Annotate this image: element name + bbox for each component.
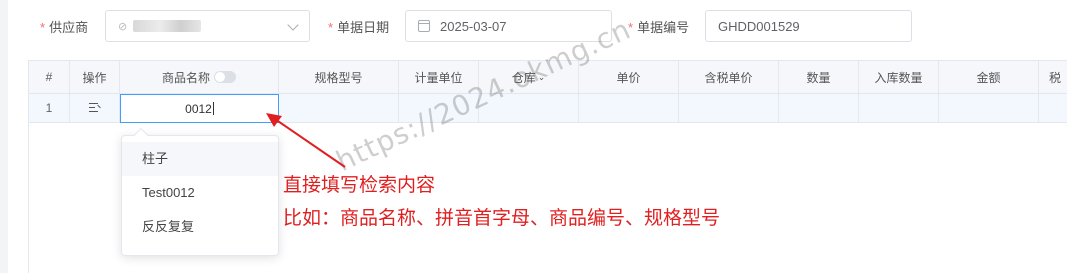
col-tax: 税 <box>1049 70 1062 85</box>
number-label: * 单据编号 <box>628 19 690 35</box>
col-received-qty: 入库数量 <box>859 61 939 93</box>
product-suggestion-dropdown: 柱子 Test0012 反反复复 <box>121 127 279 256</box>
row-quantity[interactable] <box>779 94 859 122</box>
col-spec: 规格型号 <box>279 61 399 93</box>
number-field: * 单据编号 <box>628 10 689 42</box>
supplier-value-blurred <box>133 20 202 32</box>
calendar-icon <box>418 20 430 32</box>
supplier-field: * 供应商 <box>40 10 88 42</box>
annotation-line-1: 直接填写检索内容 <box>283 174 436 196</box>
order-number-value: GHDD001529 <box>718 18 800 34</box>
row-amount[interactable] <box>939 94 1039 122</box>
col-tax-price: 含税单价 <box>679 61 779 93</box>
suggestion-item[interactable]: Test0012 <box>122 176 278 210</box>
supplier-select[interactable]: ⊘ <box>105 10 310 42</box>
supplier-link-icon: ⊘ <box>118 20 128 33</box>
col-amount: 金额 <box>939 61 1039 93</box>
date-label: * 单据日期 <box>328 19 390 35</box>
row-price[interactable] <box>579 94 679 122</box>
order-header-form: * 供应商 ⊘ * 单据日期 2025-03-07 * 单据编号 GHDD001529 <box>0 0 1067 56</box>
row-received-qty[interactable] <box>859 94 939 122</box>
row-index: 1 <box>29 94 70 122</box>
col-product-name: 商品名称 <box>120 61 279 93</box>
row-tax-price[interactable] <box>679 94 779 122</box>
product-name-input[interactable]: 0012 <box>120 94 279 123</box>
suggestion-item[interactable]: 反反复复 <box>122 210 278 244</box>
row-actions <box>70 94 120 122</box>
annotation-line-2: 比如：商品名称、拼音首字母、商品编号、规格型号 <box>283 207 721 229</box>
col-product-name-label: 商品名称 <box>161 70 210 85</box>
row-edit-icon[interactable] <box>88 103 101 113</box>
text-caret <box>212 102 214 115</box>
date-field: * 单据日期 <box>328 10 389 42</box>
row-tax[interactable] <box>1039 94 1067 122</box>
order-number-input[interactable]: GHDD001529 <box>705 10 912 42</box>
supplier-label: * 供应商 <box>40 19 89 35</box>
product-name-toggle[interactable] <box>214 71 236 83</box>
col-price: 单价 <box>579 61 679 93</box>
product-name-input-value: 0012 <box>185 101 212 116</box>
col-index: # <box>29 61 70 93</box>
col-quantity: 数量 <box>779 61 859 93</box>
suggestion-item[interactable]: 柱子 <box>122 142 278 176</box>
col-actions: 操作 <box>70 61 120 93</box>
date-value: 2025-03-07 <box>440 18 507 34</box>
chevron-down-icon <box>287 19 299 31</box>
